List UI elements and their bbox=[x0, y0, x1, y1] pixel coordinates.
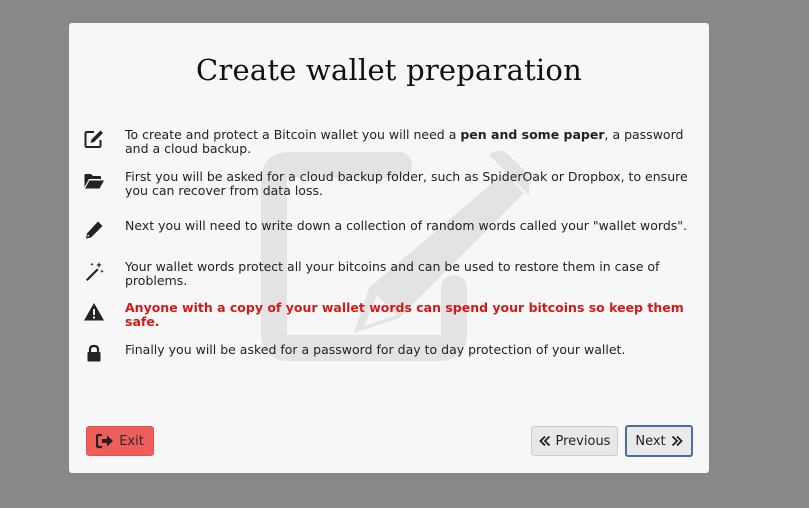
text-segment-bold: pen and some paper bbox=[460, 127, 605, 142]
previous-button[interactable]: Previous bbox=[531, 426, 618, 456]
warning-icon bbox=[84, 303, 104, 321]
info-text-write-words: Next you will need to write down a colle… bbox=[125, 218, 688, 233]
lock-icon bbox=[87, 344, 101, 362]
info-text-pen-paper: To create and protect a Bitcoin wallet y… bbox=[125, 128, 695, 156]
double-chevron-left-icon bbox=[538, 435, 550, 447]
text-segment: To create and protect a Bitcoin wallet y… bbox=[125, 127, 461, 142]
exit-button[interactable]: Exit bbox=[86, 426, 154, 456]
sign-out-icon bbox=[96, 433, 114, 449]
info-text-password: Finally you will be asked for a password… bbox=[125, 342, 626, 357]
wallet-preparation-dialog: Create wallet preparation To create and … bbox=[69, 23, 709, 473]
pencil-icon bbox=[86, 221, 103, 239]
double-chevron-right-icon bbox=[671, 435, 683, 447]
magic-wand-icon bbox=[86, 262, 104, 281]
info-text-restore: Your wallet words protect all your bitco… bbox=[125, 259, 660, 288]
exit-button-label: Exit bbox=[119, 433, 144, 449]
edit-square-icon bbox=[84, 130, 103, 148]
next-button[interactable]: Next bbox=[625, 425, 693, 457]
dialog-title: Create wallet preparation bbox=[196, 53, 582, 87]
folder-open-icon bbox=[84, 174, 104, 189]
next-button-label: Next bbox=[635, 433, 666, 449]
info-text-cloud-backup: First you will be asked for a cloud back… bbox=[125, 169, 688, 198]
info-text-warning: Anyone with a copy of your wallet words … bbox=[125, 300, 684, 329]
previous-button-label: Previous bbox=[555, 433, 611, 449]
